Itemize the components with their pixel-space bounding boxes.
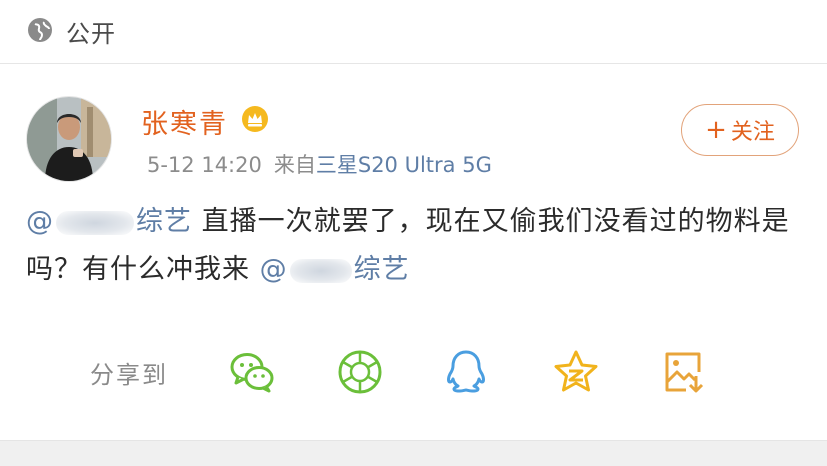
qzone-icon[interactable] [552,348,600,396]
avatar-photo [27,97,111,181]
crown-icon [242,106,268,132]
post-meta: 5-12 14:20 来自三星S20 Ultra 5G [141,149,492,179]
mention-at: @ [259,254,288,285]
source-prefix: 来自 [273,153,316,177]
share-label: 分享到 [90,361,168,389]
mention-suffix: 综艺 [136,206,192,237]
blurred-name [56,210,134,235]
mention-at: @ [26,206,54,237]
mention-link[interactable]: @ 综艺 [26,206,192,237]
moments-icon[interactable] [336,348,384,396]
wechat-icon[interactable] [228,348,276,396]
save-image-icon[interactable] [660,348,708,396]
qq-icon[interactable] [442,348,490,396]
avatar[interactable] [26,96,112,182]
follow-button[interactable]: + 关注 [681,104,799,156]
plus-icon: + [705,115,727,145]
mention-link[interactable]: @ 综艺 [260,254,410,285]
visibility-bar: 公开 [0,0,827,62]
author-name[interactable]: 张寒青 [141,102,228,141]
mention-suffix: 综艺 [353,254,410,285]
globe-icon [28,18,52,42]
device-name[interactable]: 三星S20 Ultra 5G [316,153,492,177]
blurred-name [289,258,352,283]
follow-label: 关注 [730,120,775,145]
post-time: 5-12 14:20 [147,153,262,177]
footer-band [0,440,827,466]
share-row: 分享到 [0,340,827,404]
header-divider [0,63,827,64]
visibility-label: 公开 [66,20,116,48]
post-content: @ 综艺 直播一次就罢了，现在又偷我们没看过的物料是吗？有什么冲我来 @ 综艺 [26,198,806,294]
